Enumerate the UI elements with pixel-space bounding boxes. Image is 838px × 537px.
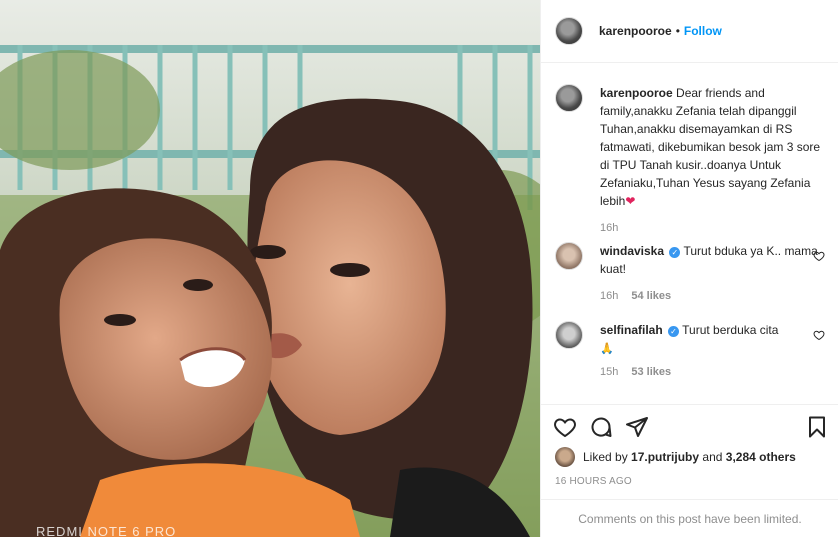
liked-by-conj: and	[702, 450, 723, 464]
verified-badge-icon: ✓	[669, 247, 681, 258]
comment-text: Turut berduka cita	[682, 323, 779, 337]
comment-time[interactable]: 15h	[600, 366, 618, 378]
post-side-panel: karenpooroe • Follow karenpooroe Dear fr…	[540, 0, 838, 537]
comment-likes[interactable]: 54 likes	[631, 290, 671, 302]
follow-button[interactable]: Follow	[684, 24, 722, 38]
bookmark-icon[interactable]	[805, 415, 829, 439]
share-icon[interactable]	[625, 415, 649, 439]
comment-meta: 16h 54 likes	[600, 290, 825, 302]
comment-like-heart-icon[interactable]	[813, 329, 825, 341]
heart-emoji: ❤	[625, 194, 636, 208]
author-username[interactable]: karenpooroe	[599, 24, 672, 38]
post-timestamp[interactable]: 16 HOURS AGO	[555, 476, 632, 487]
caption-avatar[interactable]	[555, 84, 583, 112]
verified-badge-icon: ✓	[668, 326, 680, 337]
camera-watermark: REDMI NOTE 6 PRO	[36, 524, 177, 537]
post-action-bar: Liked by 17.putrijuby and 3,284 others 1…	[541, 404, 838, 537]
comments-list[interactable]: karenpooroe Dear friends and family,anak…	[541, 64, 838, 404]
caption-meta: 16h	[600, 222, 825, 234]
caption-time[interactable]: 16h	[600, 222, 618, 234]
comment-icon[interactable]	[589, 415, 613, 439]
comment-item: selfinafilah ✓ Turut berduka cita 🙏 15h …	[555, 321, 825, 378]
liked-by-others[interactable]: 3,284 others	[726, 450, 796, 464]
liker-avatar[interactable]	[555, 447, 575, 467]
caption-username[interactable]: karenpooroe	[600, 86, 673, 100]
post-header: karenpooroe • Follow	[541, 0, 838, 63]
caption-text-block: karenpooroe Dear friends and family,anak…	[600, 84, 825, 210]
comment-like-heart-icon[interactable]	[813, 250, 825, 262]
comment-avatar[interactable]	[555, 321, 583, 349]
comment-avatar[interactable]	[555, 242, 583, 270]
photo-illustration	[0, 0, 540, 537]
comment-time[interactable]: 16h	[600, 290, 618, 302]
heart-icon[interactable]	[553, 415, 577, 439]
caption-text: Dear friends and family,anakku Zefania t…	[600, 86, 821, 208]
caption: karenpooroe Dear friends and family,anak…	[555, 84, 825, 234]
pray-emoji: 🙏	[600, 343, 614, 355]
liked-by-user[interactable]: 17.putrijuby	[631, 450, 699, 464]
comment-text-block: windaviska ✓ Turut bduka ya K.. mama kua…	[600, 242, 825, 278]
comments-limited-notice: Comments on this post have been limited.	[541, 499, 838, 537]
comment-item: windaviska ✓ Turut bduka ya K.. mama kua…	[555, 242, 825, 302]
author-avatar[interactable]	[555, 17, 583, 45]
comment-username[interactable]: windaviska	[600, 244, 664, 258]
comment-meta: 15h 53 likes	[600, 366, 825, 378]
header-separator: •	[675, 24, 680, 38]
comment-username[interactable]: selfinafilah	[600, 323, 663, 337]
post-photo[interactable]: REDMI NOTE 6 PRO	[0, 0, 540, 537]
comment-text-block: selfinafilah ✓ Turut berduka cita 🙏	[600, 321, 825, 358]
comment-likes[interactable]: 53 likes	[631, 366, 671, 378]
action-icons	[553, 415, 649, 439]
liked-by-row: Liked by 17.putrijuby and 3,284 others	[555, 447, 796, 467]
liked-by-prefix: Liked by	[583, 450, 628, 464]
